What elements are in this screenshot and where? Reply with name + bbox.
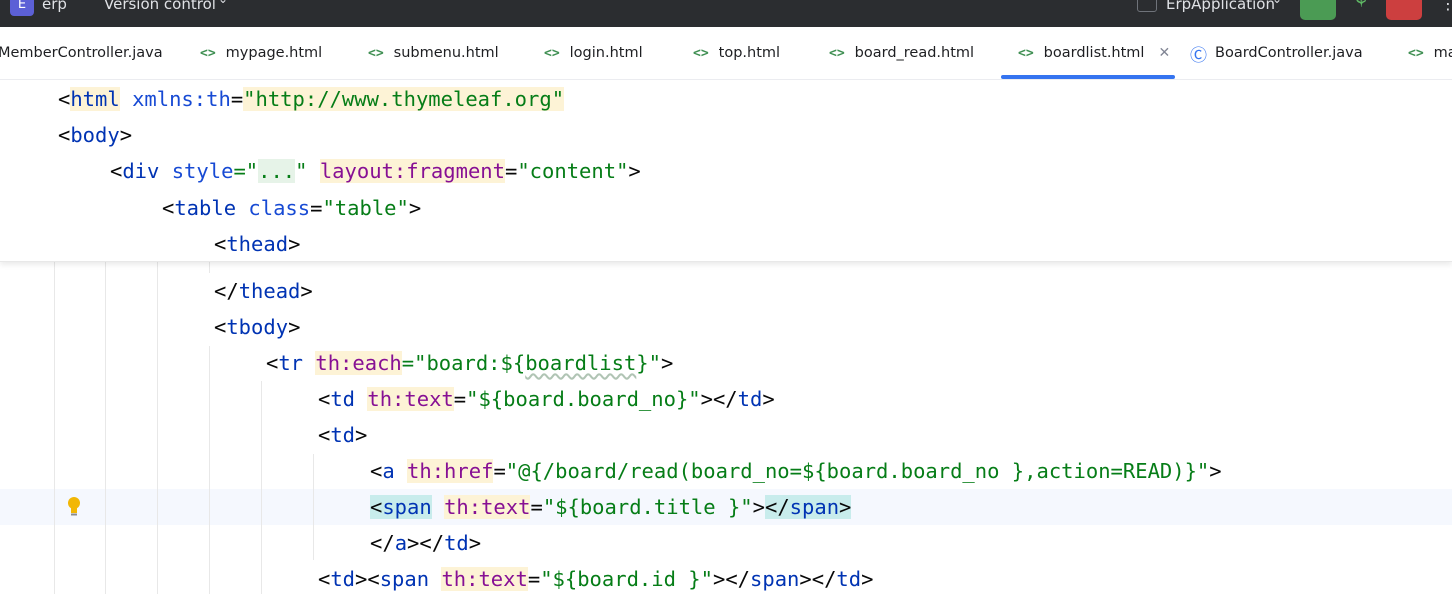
tab-mypage-html[interactable]: <> mypage.html — [200, 27, 322, 79]
html-file-icon: <> — [829, 45, 845, 61]
code-line: <table class="table"> — [162, 196, 422, 220]
indent-guide — [157, 261, 158, 594]
project-badge[interactable]: E — [10, 0, 34, 16]
html-file-icon: <> — [693, 45, 709, 61]
html-file-icon: <> — [200, 45, 216, 61]
code-line: <div style="..." layout:fragment="conten… — [110, 159, 641, 183]
code-line: <a th:href="@{/board/read(board_no=${boa… — [370, 459, 1222, 483]
html-file-icon: <> — [1018, 45, 1034, 61]
tab-label: board_read.html — [854, 45, 975, 61]
tab-label: top.html — [718, 45, 781, 61]
indent-guide — [54, 261, 55, 594]
indent-guide — [105, 261, 106, 594]
code-line: <td> — [318, 423, 368, 447]
more-options-icon[interactable]: ⋮ — [1440, 0, 1452, 16]
tab-label: mypage.html — [225, 45, 323, 61]
code-line-current: <span th:text="${board.title }"></span> — [370, 495, 852, 519]
tab-ma[interactable]: <> ma — [1408, 27, 1452, 79]
tab-top-html[interactable]: <> top.html — [693, 27, 780, 79]
tab-boardcontroller-java[interactable]: Ⓒ BoardController.java — [1190, 27, 1363, 79]
code-line: <thead> — [214, 232, 301, 256]
debug-bug-icon[interactable]: ⚘ — [1346, 0, 1376, 14]
version-control-menu[interactable]: Version control — [104, 0, 216, 13]
editor-tab-strip: MemberController.java <> mypage.html <> … — [0, 27, 1452, 80]
chevron-down-icon[interactable]: ⌄ — [218, 0, 228, 6]
code-line: <td><span th:text="${board.id }"></span>… — [318, 567, 874, 591]
indent-guide — [209, 346, 210, 594]
code-editor[interactable]: <html xmlns:th="http://www.thymeleaf.org… — [0, 80, 1452, 594]
stop-button[interactable] — [1386, 0, 1422, 20]
tab-label: ma — [1433, 45, 1452, 61]
tab-boardlist-html[interactable]: <> boardlist.html ✕ — [1018, 27, 1170, 79]
run-button[interactable] — [1300, 0, 1336, 20]
tab-label: MemberController.java — [0, 45, 163, 61]
close-icon[interactable]: ✕ — [1158, 45, 1170, 61]
project-name[interactable]: erp — [42, 0, 67, 13]
java-class-icon: Ⓒ — [1190, 45, 1207, 66]
lightbulb-icon[interactable] — [66, 496, 82, 518]
sticky-lines-header: <html xmlns:th="http://www.thymeleaf.org… — [0, 80, 1452, 262]
html-file-icon: <> — [368, 45, 384, 61]
tab-board-read-html[interactable]: <> board_read.html — [829, 27, 974, 79]
code-line: <tr th:each="board:${boardlist}"> — [266, 351, 674, 375]
tab-label: boardlist.html — [1043, 45, 1145, 61]
html-file-icon: <> — [1408, 45, 1424, 61]
run-config-icon — [1137, 0, 1157, 12]
code-line: <tbody> — [214, 315, 301, 339]
html-file-icon: <> — [544, 45, 560, 61]
code-line: <body> — [58, 123, 133, 147]
chevron-down-icon[interactable]: ⌄ — [1272, 0, 1282, 6]
tab-submenu-html[interactable]: <> submenu.html — [368, 27, 499, 79]
tab-label: login.html — [569, 45, 643, 61]
code-line: <html xmlns:th="http://www.thymeleaf.org… — [58, 87, 565, 111]
code-line: </a></td> — [370, 531, 482, 555]
code-line: <td th:text="${board.board_no}"></td> — [318, 387, 775, 411]
tab-login-html[interactable]: <> login.html — [544, 27, 643, 79]
indent-guide — [261, 381, 262, 594]
tab-label: submenu.html — [393, 45, 499, 61]
tab-membercontroller-java[interactable]: MemberController.java — [0, 27, 163, 79]
code-line: </thead> — [214, 279, 313, 303]
indent-guide — [313, 454, 314, 560]
indent-guide — [209, 261, 210, 273]
active-tab-indicator — [1001, 75, 1175, 79]
tab-label: BoardController.java — [1215, 45, 1363, 61]
run-configuration-selector[interactable]: ErpApplication — [1166, 0, 1275, 13]
title-bar: E erp Version control ⌄ ErpApplication ⌄… — [0, 0, 1452, 27]
